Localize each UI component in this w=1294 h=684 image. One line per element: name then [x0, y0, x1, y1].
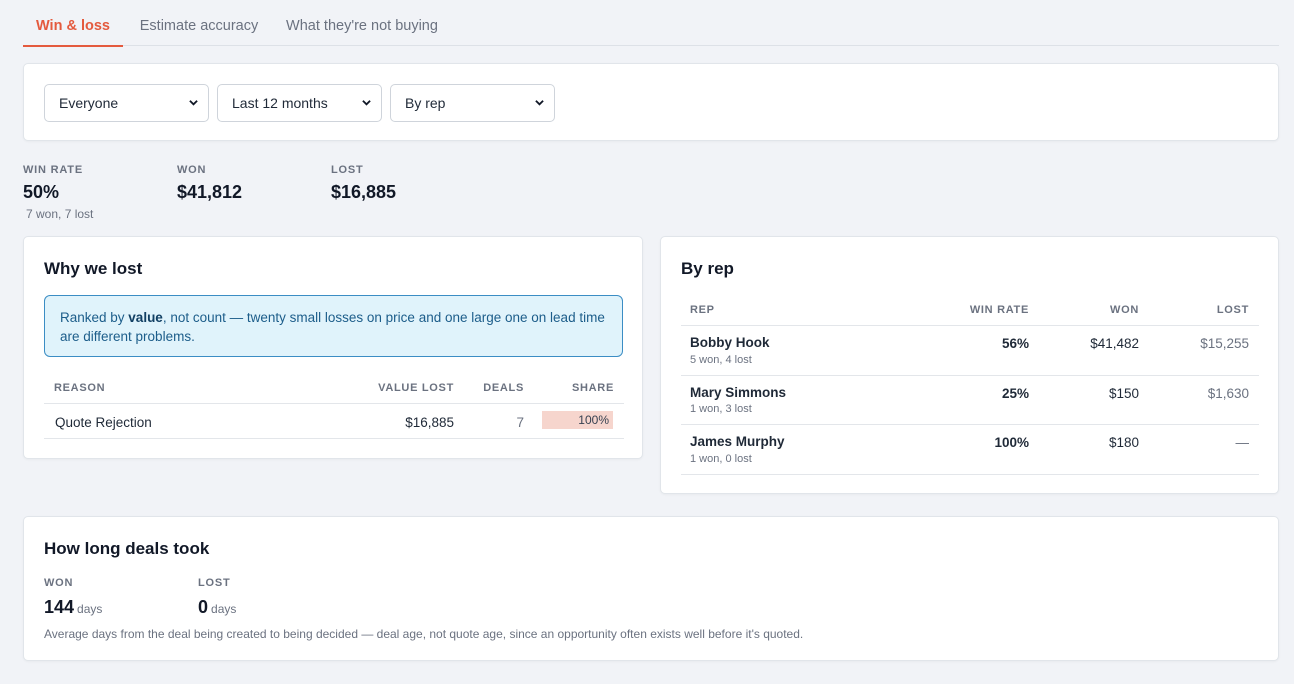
won-label: WON	[177, 164, 207, 176]
divider	[681, 375, 1259, 376]
rep-name: Bobby Hook	[690, 335, 770, 350]
grouping-select-value: By rep	[405, 95, 446, 111]
duration-won-value: 144	[44, 597, 75, 617]
chevron-down-icon	[535, 100, 544, 106]
rep-win-rate: 25%	[1001, 386, 1029, 401]
lost-label: LOST	[331, 164, 364, 176]
by-rep-card: By rep REP WIN RATE WON LOST Bobby Hook …	[660, 236, 1279, 494]
rep-win-rate: 100%	[994, 435, 1029, 450]
col-value-lost: VALUE LOST	[378, 382, 454, 394]
rep-record: 5 won, 4 lost	[690, 354, 752, 366]
col-lost: LOST	[1216, 304, 1249, 316]
tab-bar: Win & loss Estimate accuracy What they'r…	[23, 0, 1279, 47]
duration-card: How long deals took WON 144 days LOST 0 da…	[23, 516, 1279, 661]
share-value: 100%	[578, 413, 609, 427]
filter-card: Everyone Last 12 months By rep	[23, 63, 1279, 141]
period-select[interactable]: Last 12 months	[217, 84, 382, 122]
people-select[interactable]: Everyone	[44, 84, 209, 122]
period-select-value: Last 12 months	[232, 95, 328, 111]
rep-won: $180	[1108, 435, 1139, 450]
col-win-rate: WIN RATE	[969, 304, 1029, 316]
divider	[44, 403, 624, 404]
duration-lost-label: LOST	[198, 577, 231, 589]
col-won: WON	[1110, 304, 1139, 316]
win-rate-label: WIN RATE	[23, 164, 83, 176]
rep-lost: —	[1235, 435, 1250, 450]
rep-won: $150	[1108, 386, 1139, 401]
chevron-down-icon	[189, 100, 198, 106]
rep-record: 1 won, 0 lost	[690, 453, 752, 465]
duration-unit: days	[77, 602, 103, 616]
won-stat: WON $41,812	[177, 164, 242, 203]
divider	[681, 325, 1259, 326]
rep-won: $41,482	[1090, 336, 1139, 351]
col-reason: REASON	[54, 382, 106, 394]
col-rep: REP	[690, 304, 715, 316]
value-lost-cell: $16,885	[405, 415, 454, 430]
rep-lost: $15,255	[1200, 336, 1249, 351]
tab-estimate-accuracy[interactable]: Estimate accuracy	[135, 0, 263, 46]
divider	[681, 424, 1259, 425]
rep-win-rate: 56%	[1001, 336, 1029, 351]
by-rep-title: By rep	[681, 259, 734, 278]
reason-cell: Quote Rejection	[55, 415, 152, 430]
share-bar: 100%	[542, 411, 613, 429]
grouping-select[interactable]: By rep	[390, 84, 555, 122]
win-rate-stat: WIN RATE 50% 7 won, 7 lost	[23, 164, 93, 221]
duration-unit: days	[211, 602, 237, 616]
why-lost-title: Why we lost	[44, 259, 143, 278]
chevron-down-icon	[362, 100, 371, 106]
won-value: $41,812	[177, 182, 243, 202]
duration-won-label: WON	[44, 577, 74, 589]
col-share: SHARE	[571, 382, 614, 394]
duration-footnote: Average days from the deal being created…	[44, 627, 804, 641]
ranking-note: Ranked by value, not count — twenty smal…	[44, 295, 623, 357]
rep-name: Mary Simmons	[690, 385, 787, 400]
rep-name: James Murphy	[690, 434, 785, 449]
col-deals: DEALS	[483, 382, 524, 394]
win-rate-value: 50%	[23, 182, 60, 202]
lost-value: $16,885	[331, 182, 397, 202]
why-lost-card: Why we lost Ranked by value, not count —…	[23, 236, 643, 459]
duration-won: 144 days	[44, 597, 102, 618]
note-bold: value	[128, 310, 163, 325]
rep-lost: $1,630	[1207, 386, 1249, 401]
duration-title: How long deals took	[44, 539, 210, 558]
note-prefix: Ranked by	[60, 310, 129, 325]
rep-record: 1 won, 3 lost	[690, 403, 752, 415]
tab-not-buying[interactable]: What they're not buying	[283, 0, 441, 46]
win-rate-sub: 7 won, 7 lost	[26, 207, 94, 221]
people-select-value: Everyone	[59, 95, 119, 111]
divider	[681, 474, 1259, 475]
deals-cell: 7	[516, 415, 524, 430]
divider	[44, 438, 624, 439]
duration-lost: 0 days	[198, 597, 236, 618]
tab-win-loss[interactable]: Win & loss	[23, 0, 123, 47]
duration-lost-value: 0	[198, 597, 209, 617]
lost-stat: LOST $16,885	[331, 164, 396, 203]
